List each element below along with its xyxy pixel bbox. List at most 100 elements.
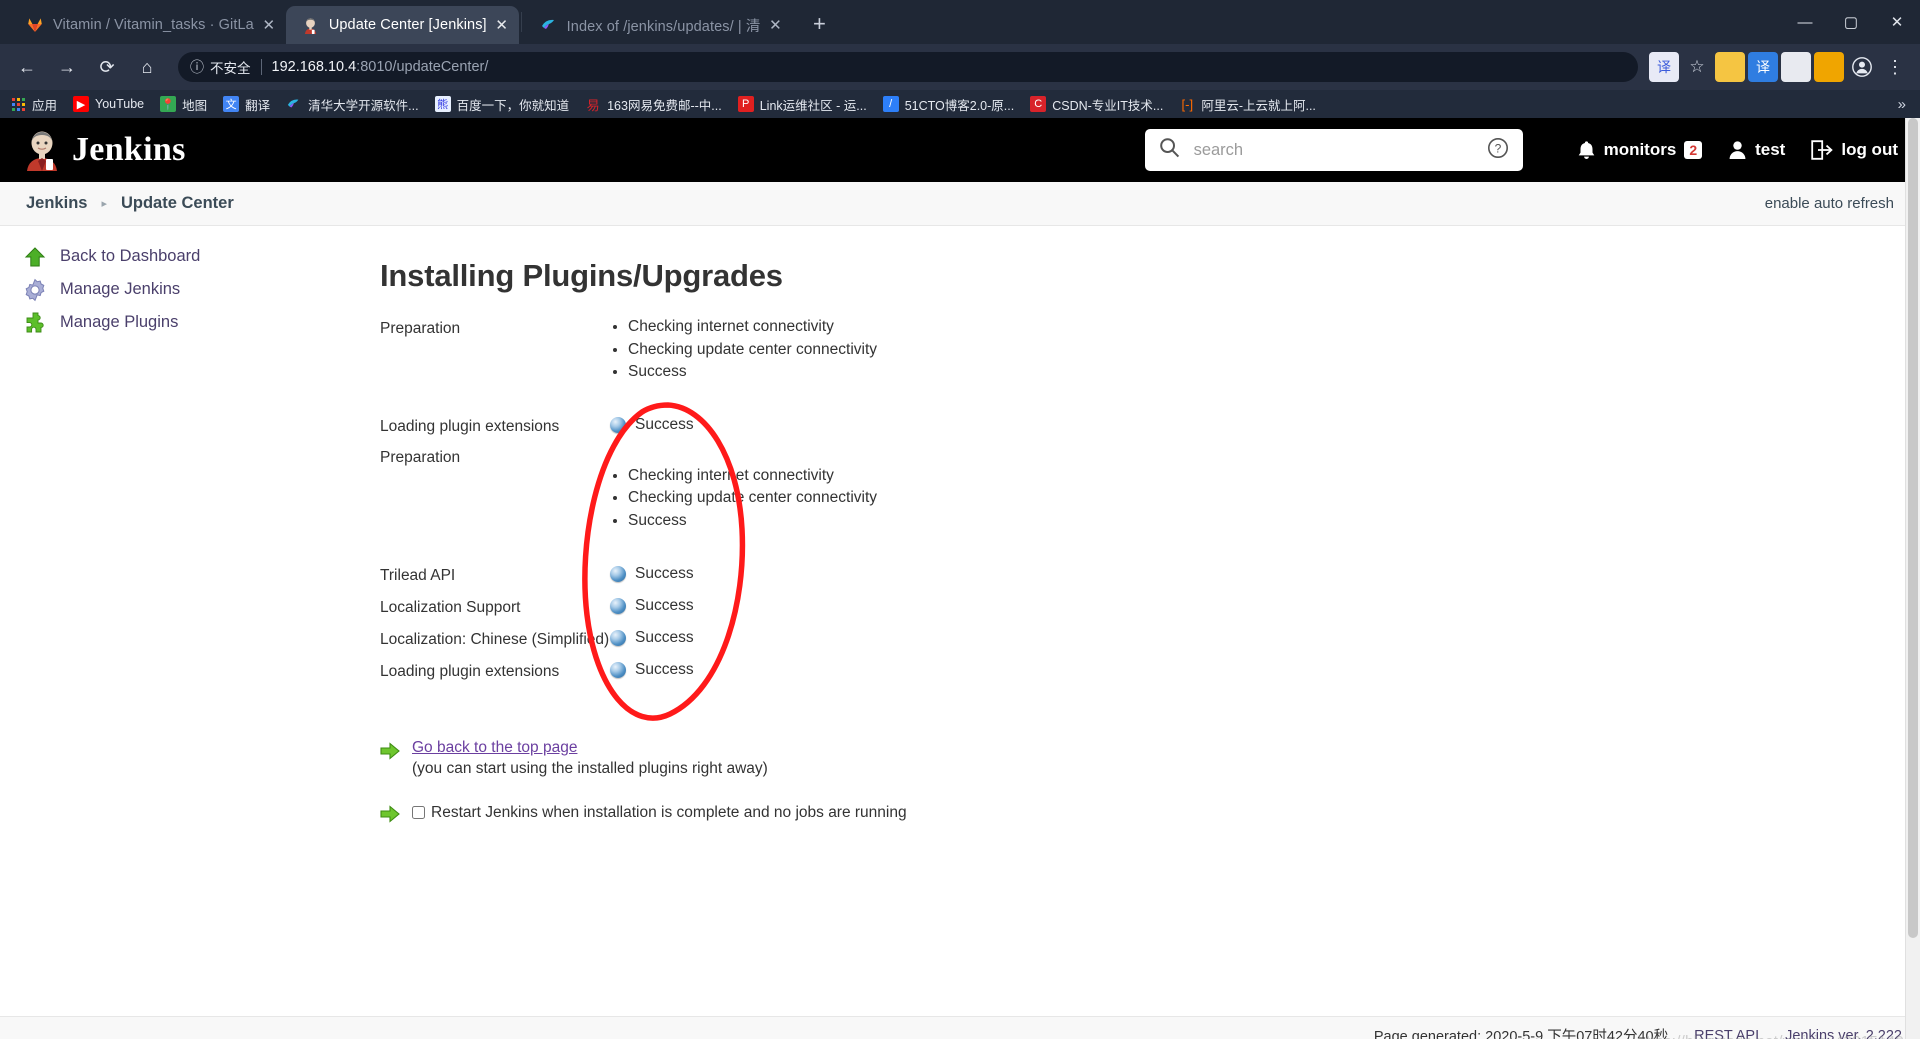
extension-icon-1[interactable] <box>1715 52 1745 82</box>
bookmark-baidu[interactable]: 熊 百度一下，你就知道 <box>434 95 570 114</box>
forward-icon[interactable]: → <box>50 50 84 84</box>
bookmark-maps[interactable]: 📍 地图 <box>160 95 207 114</box>
sidebar-item-back-to-dashboard[interactable]: Back to Dashboard <box>16 240 360 273</box>
minimize-window-button[interactable]: ― <box>1782 0 1828 44</box>
netease-mail-icon: 易 <box>586 97 600 113</box>
bookmark-youtube[interactable]: ▶ YouTube <box>73 96 144 112</box>
sidebar: Back to Dashboard Manage Jenkins Manage … <box>0 240 360 852</box>
reload-icon[interactable]: ⟳ <box>90 50 124 84</box>
blue-ball-icon <box>610 416 626 433</box>
bookmark-translate[interactable]: 文 翻译 <box>223 95 270 114</box>
address-bar-url: 192.168.10.4:8010/updateCenter/ <box>272 59 489 75</box>
bookmark-aliyun[interactable]: [-] 阿里云-上云就上阿... <box>1179 95 1316 114</box>
bookmark-csdn[interactable]: C CSDN-专业IT技术... <box>1030 95 1163 114</box>
navigation-bar: ← → ⟳ ⌂ ⓘ 不安全 192.168.10.4:8010/updateCe… <box>0 44 1920 90</box>
browser-tab-index-of-jenkins[interactable]: Index of /jenkins/updates/ | 清 ✕ <box>524 6 793 44</box>
browser-menu-icon[interactable]: ⋮ <box>1880 52 1910 82</box>
go-back-to-top-page-link[interactable]: Go back to the top page <box>412 738 768 759</box>
row-status: Checking internet connectivity Checking … <box>610 318 1140 382</box>
page-scrollbar[interactable] <box>1905 118 1920 1039</box>
bookmark-163mail[interactable]: 易 163网易免费邮--中... <box>585 95 722 114</box>
bookmark-label: 163网易免费邮--中... <box>607 98 722 113</box>
search-input[interactable] <box>1191 139 1487 161</box>
jenkins-version-link[interactable]: Jenkins ver. 2.222 <box>1785 1028 1902 1039</box>
row-status: Success <box>610 597 1140 615</box>
user-label: test <box>1755 140 1786 159</box>
sidebar-item-manage-jenkins[interactable]: Manage Jenkins <box>16 273 360 306</box>
up-arrow-icon <box>22 244 48 270</box>
user-link[interactable]: test <box>1728 140 1785 160</box>
table-row: Preparation Checking internet connectivi… <box>380 447 1140 535</box>
bookmark-label: 清华大学开源软件... <box>308 98 419 113</box>
logout-link[interactable]: log out <box>1811 140 1898 160</box>
browser-tab-update-center[interactable]: Update Center [Jenkins] ✕ <box>285 6 519 44</box>
jenkins-logo[interactable]: Jenkins <box>22 129 186 171</box>
go-back-block: Go back to the top page (you can start u… <box>380 738 1920 780</box>
tuna-mirror-icon <box>540 16 558 34</box>
search-box[interactable]: ? <box>1144 129 1523 171</box>
table-row: Loading plugin extensions Success <box>380 661 1140 680</box>
bookmark-link-community[interactable]: P Link运维社区 - 运... <box>737 95 867 114</box>
sidebar-item-manage-plugins[interactable]: Manage Plugins <box>16 306 360 339</box>
monitors-link[interactable]: monitors 2 <box>1577 140 1703 161</box>
close-icon[interactable]: ✕ <box>491 14 513 36</box>
site-info-icon[interactable]: ⓘ <box>190 57 204 77</box>
page-generated-text: Page generated: 2020-5-9 下午07时42分40秒 <box>1373 1029 1669 1039</box>
tuna-mirror-icon <box>286 96 302 112</box>
spacer-row <box>380 435 1140 447</box>
monitors-badge: 2 <box>1684 140 1703 160</box>
browser-tab-gitlab[interactable]: Vitamin / Vitamin_tasks · GitLa ✕ <box>10 6 286 44</box>
close-window-button[interactable]: ✕ <box>1874 0 1920 44</box>
extension-icon-3[interactable] <box>1781 52 1811 82</box>
bookmark-51cto[interactable]: / 51CTO博客2.0-原... <box>882 95 1014 114</box>
breadcrumb-current[interactable]: Update Center <box>121 194 234 213</box>
row-name: Trilead API <box>380 566 456 584</box>
close-icon[interactable]: ✕ <box>764 14 786 36</box>
scrollbar-thumb[interactable] <box>1908 118 1918 938</box>
row-name: Localization: Chinese (Simplified) <box>380 630 610 648</box>
close-icon[interactable]: ✕ <box>258 14 280 36</box>
bookmarks-overflow-button[interactable]: » <box>1898 96 1910 113</box>
breadcrumb-root[interactable]: Jenkins <box>26 194 87 213</box>
bookmark-star-icon[interactable]: ☆ <box>1682 52 1712 82</box>
extension-icon-2[interactable]: 译 <box>1748 52 1778 82</box>
maximize-window-button[interactable]: ▢ <box>1828 0 1874 44</box>
restart-jenkins-checkbox[interactable] <box>412 806 425 820</box>
page-footer: Page generated: 2020-5-9 下午07时42分40秒 RES… <box>0 1016 1920 1039</box>
translate-icon[interactable]: 译 <box>1649 52 1679 82</box>
help-icon[interactable]: ? <box>1487 137 1509 164</box>
bell-icon <box>1577 140 1596 161</box>
profile-avatar[interactable] <box>1847 52 1877 82</box>
jenkins-header: Jenkins ? monitors 2 <box>0 118 1920 182</box>
tab-title: Update Center [Jenkins] <box>328 17 487 33</box>
omnibox-actions: 译 ☆ 译 ⋮ <box>1646 52 1910 82</box>
rest-api-link[interactable]: REST API <box>1694 1028 1759 1039</box>
puzzle-piece-icon <box>22 310 48 336</box>
tab-title: Index of /jenkins/updates/ | 清 <box>566 18 761 35</box>
page-title: Installing Plugins/Upgrades <box>380 258 783 293</box>
bookmark-label: CSDN-专业IT技术... <box>1052 98 1164 113</box>
status-text: Success <box>635 564 694 582</box>
address-bar[interactable]: ⓘ 不安全 192.168.10.4:8010/updateCenter/ <box>178 52 1638 82</box>
extension-icon-4[interactable] <box>1814 52 1844 82</box>
bookmark-label: 百度一下，你就知道 <box>456 98 570 113</box>
enable-auto-refresh-link[interactable]: enable auto refresh <box>1765 195 1894 212</box>
bookmark-apps[interactable]: 应用 <box>10 95 57 114</box>
back-icon[interactable]: ← <box>10 50 44 84</box>
green-arrow-icon <box>380 738 402 765</box>
row-name: Localization Support <box>380 598 521 616</box>
row-status: Success <box>610 661 1140 679</box>
restart-jenkins-checkbox-row[interactable]: Restart Jenkins when installation is com… <box>412 804 907 822</box>
window-controls: ― ▢ ✕ <box>1782 0 1920 44</box>
gear-icon <box>22 277 48 303</box>
home-icon[interactable]: ⌂ <box>130 50 164 84</box>
tab-title: Vitamin / Vitamin_tasks · GitLa <box>53 17 254 33</box>
google-maps-icon: 📍 <box>160 96 177 112</box>
list-item: Checking internet connectivity <box>628 318 1140 337</box>
main-content: Installing Plugins/Upgrades Preparation … <box>360 240 1920 852</box>
bookmark-tuna[interactable]: 清华大学开源软件... <box>286 95 419 114</box>
status-text: Success <box>635 628 694 646</box>
new-tab-button[interactable]: + <box>802 7 836 41</box>
spacer-row <box>380 648 1140 661</box>
row-status: Success <box>610 565 1140 583</box>
